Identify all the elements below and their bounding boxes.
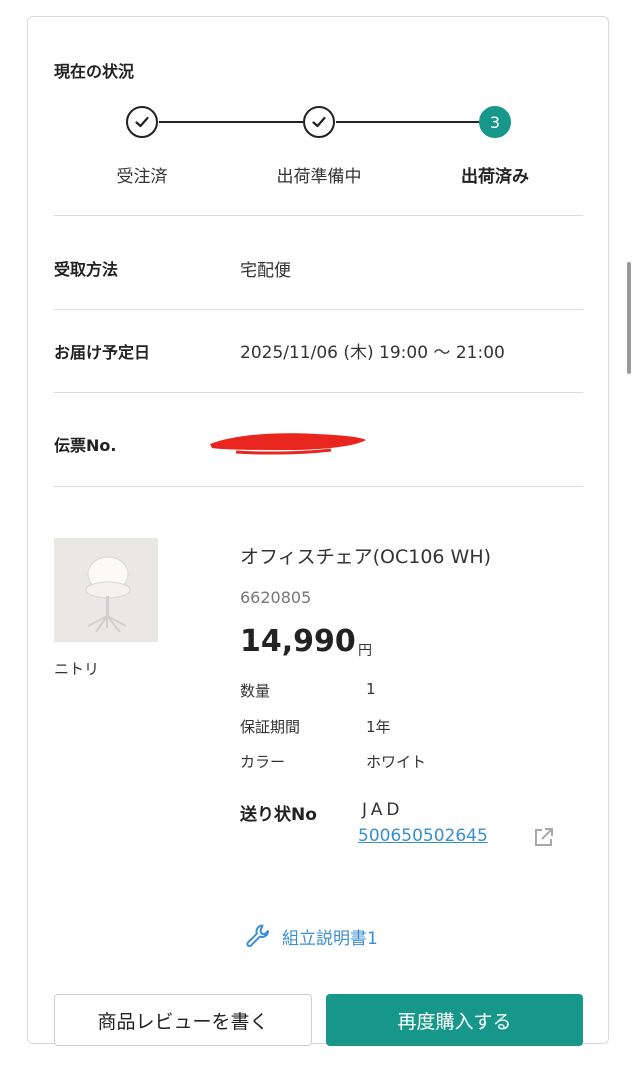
- buy-again-button[interactable]: 再度購入する: [326, 994, 583, 1046]
- delivery-date-value: 2025/11/06 (木) 19:00 〜 21:00: [240, 343, 505, 363]
- quantity-label: 数量: [240, 682, 271, 700]
- step-3-label: 出荷済み: [461, 167, 529, 187]
- divider: [54, 392, 583, 393]
- color-value: ホワイト: [366, 753, 427, 771]
- wrench-icon: [246, 924, 269, 948]
- brand-name: ニトリ: [54, 660, 100, 678]
- invoice-carrier: JAD: [362, 800, 404, 820]
- divider: [54, 215, 583, 216]
- product-name[interactable]: オフィスチェア(OC106 WH): [240, 542, 491, 569]
- scrollbar[interactable]: [627, 262, 631, 374]
- product-code: 6620805: [240, 588, 312, 607]
- step-1-label: 受注済: [116, 167, 168, 187]
- step-connector-1: [159, 121, 303, 123]
- receive-method-label: 受取方法: [54, 260, 119, 279]
- tracking-number-link[interactable]: 500650502645: [358, 826, 488, 846]
- step-2-check-icon: [303, 106, 335, 138]
- step-3-number: 3: [479, 106, 511, 138]
- receive-method-value: 宅配便: [240, 261, 291, 281]
- divider: [54, 486, 583, 487]
- redaction-mark: [210, 433, 366, 455]
- assembly-manual-link[interactable]: 組立説明書1: [244, 922, 378, 950]
- assembly-manual-label: 組立説明書1: [282, 928, 378, 949]
- external-link-icon[interactable]: [533, 826, 555, 848]
- step-connector-2: [336, 121, 479, 123]
- product-price: 14,990: [240, 624, 356, 659]
- invoice-label: 送り状No: [240, 805, 317, 825]
- product-image[interactable]: [54, 538, 158, 642]
- quantity-value: 1: [366, 680, 376, 698]
- step-2-label: 出荷準備中: [276, 167, 362, 187]
- color-label: カラー: [240, 753, 286, 771]
- warranty-value: 1年: [366, 718, 391, 736]
- warranty-label: 保証期間: [240, 718, 301, 736]
- divider: [54, 309, 583, 310]
- slip-number-label: 伝票No.: [54, 436, 117, 455]
- delivery-date-label: お届け予定日: [54, 343, 151, 362]
- write-review-button[interactable]: 商品レビューを書く: [54, 994, 312, 1046]
- step-1-check-icon: [126, 106, 158, 138]
- currency-unit: 円: [358, 643, 372, 659]
- status-title: 現在の状況: [54, 62, 135, 81]
